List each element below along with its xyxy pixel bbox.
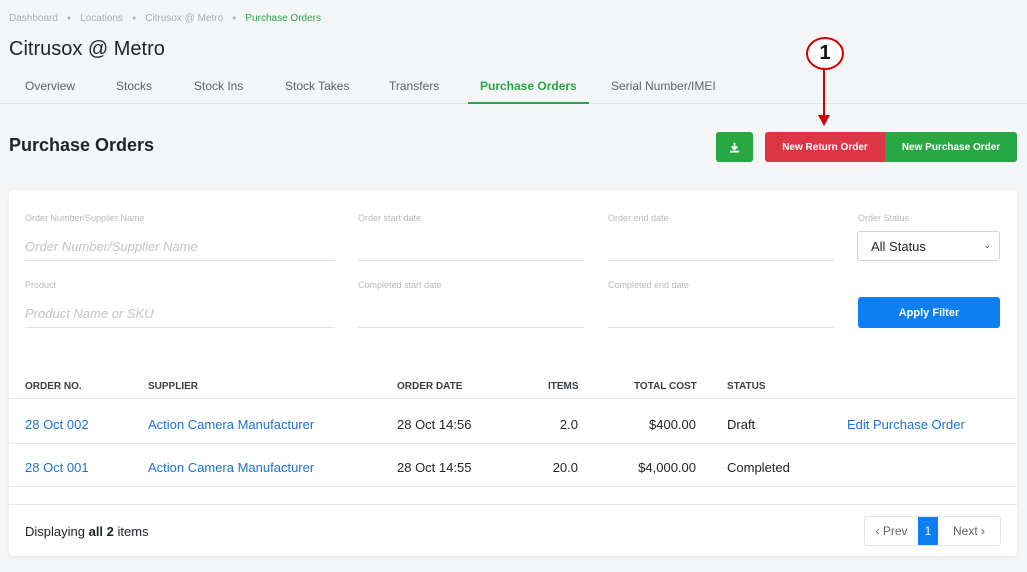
order-date-cell: 28 Oct 14:56 xyxy=(397,417,472,432)
next-page-button[interactable]: Next › xyxy=(938,517,1000,545)
new-return-order-button[interactable]: New Return Order xyxy=(765,132,885,162)
annotation-arrow-head xyxy=(818,115,830,126)
tab-bar: Overview Stocks Stock Ins Stock Takes Tr… xyxy=(0,70,1027,104)
row-divider xyxy=(9,443,1017,444)
completed-end-date-label: Completed end date xyxy=(608,280,690,290)
download-button[interactable] xyxy=(716,132,753,162)
total-cost-cell: $4,000.00 xyxy=(638,460,696,475)
tab-stock-ins[interactable]: Stock Ins xyxy=(194,79,243,104)
download-icon xyxy=(729,142,740,153)
page-1-button[interactable]: 1 xyxy=(918,517,938,545)
order-number-link[interactable]: 28 Oct 001 xyxy=(25,460,89,475)
breadcrumb: Dashboard ● Locations ● Citrusox @ Metro… xyxy=(9,13,321,24)
order-status-label: Order Status xyxy=(858,213,910,223)
order-start-date-label: Order start date xyxy=(358,213,422,223)
product-label: Product xyxy=(25,280,57,290)
table-header-divider xyxy=(9,398,1017,399)
order-status-value: All Status xyxy=(871,238,926,254)
section-title: Purchase Orders xyxy=(9,135,155,155)
column-header-items: ITEMS xyxy=(548,381,579,392)
breadcrumb-dashboard[interactable]: Dashboard xyxy=(9,13,58,24)
row-divider xyxy=(9,486,1017,487)
items-cell: 2.0 xyxy=(559,417,578,432)
order-number-input[interactable]: Order Number/Supplier Name xyxy=(25,231,335,261)
completed-end-date-input[interactable] xyxy=(608,298,834,328)
edit-purchase-order-link[interactable]: Edit Purchase Order xyxy=(847,417,965,432)
product-input[interactable]: Product Name or SKU xyxy=(25,298,335,328)
total-cost-cell: $400.00 xyxy=(649,417,696,432)
breadcrumb-separator: ● xyxy=(66,15,72,22)
column-header-order-date: ORDER DATE xyxy=(397,381,463,392)
status-cell: Draft xyxy=(727,417,756,432)
new-purchase-order-button[interactable]: New Purchase Order xyxy=(885,132,1017,162)
column-header-supplier: SUPPLIER xyxy=(148,381,199,392)
tab-serial-number[interactable]: Serial Number/IMEI xyxy=(611,79,716,104)
items-cell: 20.0 xyxy=(552,460,578,475)
status-cell: Completed xyxy=(727,460,790,475)
order-end-date-label: Order end date xyxy=(608,213,669,223)
column-header-total-cost: TOTAL COST xyxy=(634,381,697,392)
tab-overview[interactable]: Overview xyxy=(25,79,75,104)
pagination: ‹ Prev 1 Next › xyxy=(864,516,1001,546)
chevron-down-icon: ⌄ xyxy=(983,240,991,250)
order-start-date-input[interactable] xyxy=(358,231,584,261)
completed-start-date-label: Completed start date xyxy=(358,280,442,290)
breadcrumb-separator: ● xyxy=(131,15,137,22)
annotation-arrow-line xyxy=(823,70,825,116)
prev-page-button[interactable]: ‹ Prev xyxy=(865,517,918,545)
tab-stocks[interactable]: Stocks xyxy=(116,79,152,104)
breadcrumb-current: Purchase Orders xyxy=(245,13,321,24)
annotation-marker: 1 xyxy=(806,37,844,70)
breadcrumb-separator: ● xyxy=(232,15,237,22)
page-title: Citrusox @ Metro xyxy=(9,38,165,60)
tab-purchase-orders[interactable]: Purchase Orders xyxy=(468,79,589,104)
supplier-link[interactable]: Action Camera Manufacturer xyxy=(148,417,314,432)
items-count-suffix: items xyxy=(113,524,149,539)
order-number-link[interactable]: 28 Oct 002 xyxy=(25,417,89,432)
tab-transfers[interactable]: Transfers xyxy=(389,79,439,104)
items-count-bold: all 2 xyxy=(88,524,114,539)
breadcrumb-locations[interactable]: Locations xyxy=(80,13,123,24)
items-count-prefix: Displaying xyxy=(25,524,89,539)
tab-stock-takes[interactable]: Stock Takes xyxy=(285,79,349,104)
footer-divider xyxy=(9,504,1017,505)
order-end-date-input[interactable] xyxy=(608,231,834,261)
column-header-status: STATUS xyxy=(727,381,766,392)
order-number-label: Order Number/Supplier Name xyxy=(25,213,145,223)
completed-start-date-input[interactable] xyxy=(358,298,584,328)
order-date-cell: 28 Oct 14:55 xyxy=(397,460,472,475)
order-status-select[interactable]: All Status ⌄ xyxy=(857,231,1000,261)
breadcrumb-store[interactable]: Citrusox @ Metro xyxy=(145,13,223,24)
supplier-link[interactable]: Action Camera Manufacturer xyxy=(148,460,314,475)
apply-filter-button[interactable]: Apply Filter xyxy=(858,297,1000,328)
items-count-text: Displaying all 2 items xyxy=(25,524,149,539)
column-header-order-no: ORDER NO. xyxy=(25,381,82,392)
